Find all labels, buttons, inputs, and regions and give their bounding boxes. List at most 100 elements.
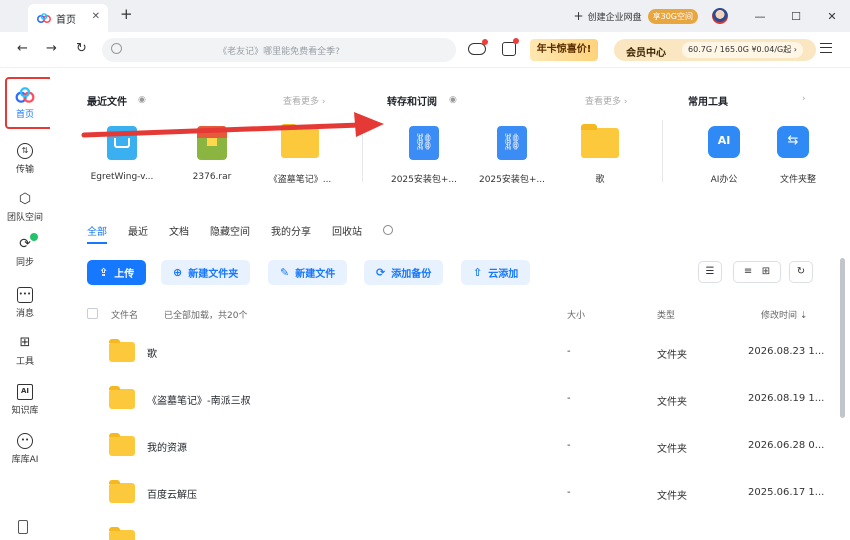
cloud-add-button[interactable]: ⇧ 云添加 [461, 260, 531, 285]
table-row[interactable] [87, 523, 827, 540]
row-type: 文件夹 [657, 444, 687, 455]
sidebar: 首页 ⇅ 传输 ⬡ 团队空间 ⟳ 同步 ••• 消息 ⊞ 工具 AI 知识库 •… [0, 68, 53, 540]
table-row[interactable]: 歌 - 文件夹 2026.08.23 1... [87, 335, 827, 382]
titlebar-right: + 创建企业网盘 享30G空间 — ☐ ✕ [574, 0, 850, 32]
add-backup-button[interactable]: ⟳ 添加备份 [364, 260, 444, 285]
folder-icon [109, 480, 135, 503]
new-folder-button[interactable]: ⊕ 新建文件夹 [161, 260, 251, 285]
upload-icon: ⇪ [99, 266, 109, 279]
sidebar-item-team[interactable]: ⬡ 团队空间 [0, 191, 50, 223]
storage-usage-info[interactable]: 60.7G / 165.0G ¥0.04/G起 › [682, 42, 803, 58]
row-name[interactable]: 歌 [147, 345, 157, 360]
filter-tabs: 全部 最近 文档 隐藏空间 我的分享 回收站 [87, 223, 393, 244]
recent-file-card[interactable]: 2376.rar [170, 126, 254, 182]
avatar[interactable] [712, 8, 728, 24]
tab-hidden-space[interactable]: 隐藏空间 [210, 223, 250, 244]
row-name[interactable]: 百度云解压 [147, 486, 197, 501]
add-backup-label: 添加备份 [391, 269, 432, 280]
sidebar-item-transfer[interactable]: ⇅ 传输 [0, 143, 50, 175]
tab-recent[interactable]: 最近 [128, 223, 148, 244]
sidebar-item-home[interactable]: 首页 [0, 86, 50, 120]
sidebar-item-label: 知识库 [11, 406, 39, 416]
row-name[interactable]: 《盗墓笔记》-南派三叔 [147, 392, 251, 407]
table-row[interactable]: 百度云解压 - 文件夹 2025.06.17 1... [87, 476, 827, 523]
tab-close-icon[interactable]: ✕ [92, 11, 100, 22]
recent-file-card[interactable]: 《盗墓笔记》... [258, 124, 342, 185]
new-file-button[interactable]: ✎ 新建文件 [268, 260, 348, 285]
sidebar-item-tools[interactable]: ⊞ 工具 [0, 335, 50, 367]
transfer-file-card[interactable]: 歌 [558, 124, 642, 185]
team-icon: ⬡ [18, 191, 32, 207]
phone-icon[interactable] [18, 520, 28, 534]
menu-icon[interactable] [820, 43, 832, 53]
upload-button[interactable]: ⇪ 上传 [87, 260, 147, 285]
sidebar-item-message[interactable]: ••• 消息 [0, 287, 50, 319]
member-center-label: 会员中心 [626, 48, 666, 59]
transfer-more-link[interactable]: 查看更多 › [585, 94, 627, 107]
col-size[interactable]: 大小 [567, 308, 585, 321]
select-all-checkbox[interactable] [87, 308, 98, 319]
tool-card[interactable]: ⇆ 文件夹整 [768, 126, 818, 185]
grid-view-icon[interactable]: ⊞ [762, 266, 770, 277]
row-date: 2025.06.17 1... [748, 487, 825, 498]
sidebar-item-label: 团队空间 [6, 213, 43, 223]
row-size: - [567, 393, 571, 404]
sidebar-item-label: 同步 [15, 258, 34, 268]
minimize-button[interactable]: — [742, 10, 778, 23]
refresh-icon[interactable]: ↻ [76, 41, 87, 56]
link-file-icon: ⛓ [409, 126, 439, 160]
tab-home[interactable]: 首页 ✕ [28, 4, 108, 32]
col-type[interactable]: 类型 [657, 308, 675, 321]
ai-icon: •• [17, 433, 33, 449]
search-input[interactable]: 《老友记》哪里能免费看全季? [102, 44, 456, 57]
table-row[interactable]: 我的资源 - 文件夹 2026.06.28 0... [87, 429, 827, 476]
create-enterprise-link[interactable]: 创建企业网盘 [588, 10, 642, 23]
annual-card-promo-button[interactable]: 年卡惊喜价! [530, 39, 598, 61]
eye-icon[interactable]: ◉ [138, 95, 146, 105]
sidebar-item-knowledge[interactable]: AI 知识库 [0, 384, 50, 416]
col-modified[interactable]: 修改时间 ⇣ [761, 308, 807, 321]
tools-more-link[interactable]: › [802, 94, 806, 104]
tab-recycle-bin[interactable]: 回收站 [332, 223, 362, 244]
calendar-icon[interactable] [502, 42, 516, 56]
sort-button[interactable]: ☰ [698, 261, 722, 283]
plus-icon[interactable]: + [574, 9, 584, 23]
eye-icon[interactable]: ◉ [449, 95, 457, 105]
new-tab-button[interactable]: + [120, 5, 133, 23]
tab-all[interactable]: 全部 [87, 223, 107, 244]
search-bar[interactable]: 《老友记》哪里能免费看全季? [102, 38, 456, 62]
link-file-icon: ⛓ [497, 126, 527, 160]
transfer-icon: ⇅ [17, 143, 33, 159]
view-toggle[interactable]: ≡ ⊞ [733, 261, 781, 283]
section-divider [662, 120, 663, 182]
transfer-title: 转存和订阅 [387, 97, 437, 108]
recent-file-name: 《盗墓笔记》... [268, 175, 332, 185]
enterprise-badge[interactable]: 享30G空间 [647, 8, 698, 24]
transfer-file-card[interactable]: ⛓ 2025安装包+... [382, 126, 466, 185]
tool-card[interactable]: AI AI办公 [682, 126, 766, 185]
title-bar: 首页 ✕ + + 创建企业网盘 享30G空间 — ☐ ✕ [0, 0, 850, 32]
member-center-button[interactable]: 会员中心 60.7G / 165.0G ¥0.04/G起 › [614, 39, 816, 61]
tab-my-shares[interactable]: 我的分享 [271, 223, 311, 244]
row-name[interactable]: 我的资源 [147, 439, 187, 454]
more-tabs-icon[interactable] [383, 225, 393, 235]
recent-file-card[interactable]: EgretWing-v... [80, 126, 164, 182]
tools-icon: ⊞ [19, 335, 31, 350]
back-arrow-icon[interactable]: ← [17, 41, 28, 56]
row-date: 2026.06.28 0... [748, 440, 825, 451]
table-row[interactable]: 《盗墓笔记》-南派三叔 - 文件夹 2026.08.19 1... [87, 382, 827, 429]
tab-documents[interactable]: 文档 [169, 223, 189, 244]
refresh-list-button[interactable]: ↻ [789, 261, 813, 283]
col-filename[interactable]: 文件名 [111, 308, 138, 321]
recent-more-link[interactable]: 查看更多 › [283, 94, 325, 107]
close-window-button[interactable]: ✕ [814, 10, 850, 23]
home-icon [15, 87, 35, 103]
folder-icon [109, 527, 135, 540]
sidebar-item-ai[interactable]: •• 库库AI [0, 433, 50, 465]
maximize-button[interactable]: ☐ [778, 10, 814, 23]
list-view-icon[interactable]: ≡ [744, 266, 752, 277]
transfer-file-card[interactable]: ⛓ 2025安装包+... [470, 126, 554, 185]
forward-arrow-icon[interactable]: → [46, 41, 57, 56]
scrollbar[interactable] [840, 258, 845, 418]
sidebar-item-sync[interactable]: ⟳ 同步 [0, 233, 50, 268]
